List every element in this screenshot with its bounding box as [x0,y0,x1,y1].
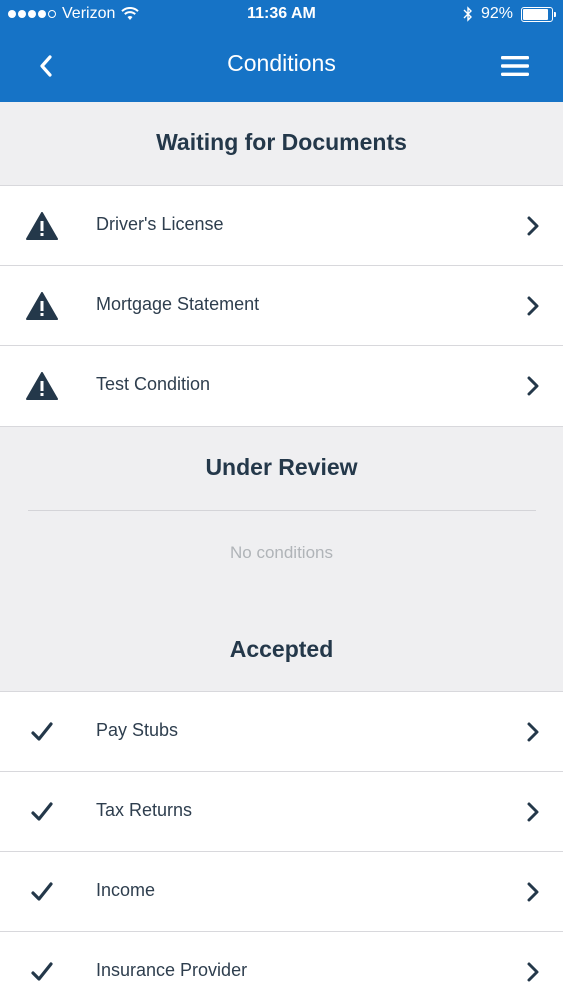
condition-row-income[interactable]: Income [0,852,563,932]
chevron-right-icon [527,296,539,316]
condition-label: Test Condition [96,374,211,394]
section-title-under-review: Under Review [205,454,358,480]
menu-button[interactable] [495,48,535,84]
status-bar: Verizon 11:36 AM 92% [0,0,563,30]
chevron-right-icon [527,376,539,396]
checkmark-icon [24,956,60,988]
bluetooth-icon [463,6,472,22]
chevron-right-icon [527,216,539,236]
condition-label: Tax Returns [96,800,193,820]
condition-row-pay-stubs[interactable]: Pay Stubs [0,692,563,772]
condition-label: Income [96,880,156,900]
checkmark-icon [24,876,60,908]
battery-icon [521,6,556,22]
section-divider [28,510,536,511]
condition-label: Insurance Provider [96,960,248,980]
hamburger-menu-icon [501,56,529,76]
waiting-list: Driver's License Mortgage Statement Test… [0,185,563,427]
warning-icon [24,370,60,402]
condition-row-mortgage-statement[interactable]: Mortgage Statement [0,266,563,346]
condition-label: Driver's License [96,214,224,234]
status-right: 92% [463,5,556,23]
chevron-right-icon [527,722,539,742]
empty-state-text: No conditions [229,543,333,562]
chevron-right-icon [527,962,539,982]
warning-icon [24,290,60,322]
section-title-waiting: Waiting for Documents [156,129,407,155]
condition-label: Pay Stubs [96,720,179,740]
accepted-list: Pay Stubs Tax Returns Income Insurance P… [0,691,563,1000]
top-bar: Verizon 11:36 AM 92% Conditions [0,0,563,102]
condition-row-test-condition[interactable]: Test Condition [0,346,563,426]
checkmark-icon [24,796,60,828]
page-title: Conditions [227,50,336,76]
warning-icon [24,210,60,242]
battery-percent: 92% [480,5,513,22]
checkmark-icon [24,716,60,748]
condition-row-insurance-provider[interactable]: Insurance Provider [0,932,563,1000]
condition-row-drivers-license[interactable]: Driver's License [0,186,563,266]
chevron-right-icon [527,882,539,902]
chevron-right-icon [527,802,539,822]
section-title-accepted: Accepted [229,636,334,662]
navigation-bar: Conditions [0,30,563,102]
condition-row-tax-returns[interactable]: Tax Returns [0,772,563,852]
condition-label: Mortgage Statement [96,294,260,314]
